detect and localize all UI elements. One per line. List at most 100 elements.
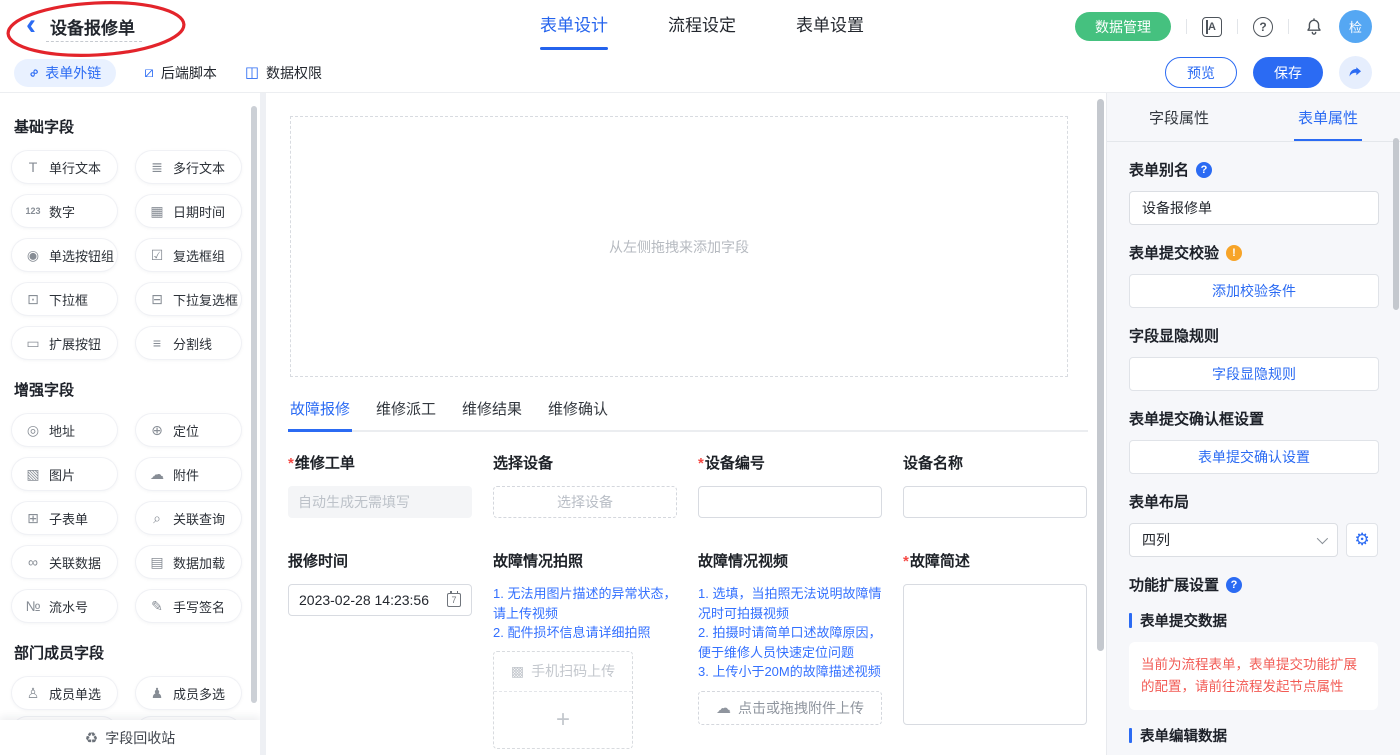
single-line-text-icon: T: [25, 160, 41, 174]
field-type-address[interactable]: ◎地址: [12, 414, 117, 446]
submit-data-warning-card: 当前为流程表单，表单提交功能扩展的配置，请前往流程发起节点属性: [1129, 642, 1378, 710]
field-type-extend-button[interactable]: ▭扩展按钮: [12, 327, 117, 359]
field-type-data-load[interactable]: ▤数据加载: [136, 546, 241, 578]
field-type-checkbox-group[interactable]: ☑复选框组: [136, 239, 241, 271]
app-window: ‹ 设备报修单 表单设计 流程设定 表单设置 数据管理 A ?: [0, 0, 1400, 755]
field-recycle-bin[interactable]: ♻ 字段回收站: [0, 720, 260, 755]
form-alias-input[interactable]: [1129, 191, 1379, 225]
field-type-member-single[interactable]: ♙成员单选: [12, 677, 117, 709]
field-type-select[interactable]: ⊡ 下拉框: [12, 283, 117, 315]
calendar-icon: ▦: [149, 204, 165, 218]
label-text: 表单提交确认框设置: [1129, 408, 1264, 429]
field-type-member-multi[interactable]: ♟成员多选: [136, 677, 241, 709]
backend-script-button[interactable]: ⧄ 后端脚本: [144, 63, 217, 83]
field-type-datetime[interactable]: ▦日期时间: [136, 195, 241, 227]
divider: [1186, 19, 1187, 34]
multi-select-icon: ⊟: [149, 292, 165, 306]
help-icon[interactable]: ?: [1253, 17, 1273, 37]
field-label: 故障情况视频: [698, 553, 788, 570]
data-manage-button[interactable]: 数据管理: [1075, 12, 1171, 41]
back-button[interactable]: ‹: [26, 12, 36, 38]
field-label: 设备编号: [705, 455, 765, 472]
field-type-radio-group[interactable]: ◉单选按钮组: [12, 239, 117, 271]
tab-form-design[interactable]: 表单设计: [540, 0, 608, 53]
field-type-subform[interactable]: ⊞子表单: [12, 502, 117, 534]
step-tab-repair-dispatch[interactable]: 维修派工: [374, 398, 438, 430]
field-type-linked-data[interactable]: ∞关联数据: [12, 546, 117, 578]
chevron-down-icon: [1317, 533, 1328, 544]
save-button[interactable]: 保存: [1253, 57, 1323, 88]
field-type-label: 成员多选: [173, 684, 225, 703]
tab-form-setting[interactable]: 表单设置: [796, 0, 864, 53]
properties-panel: 字段属性 表单属性 表单别名 ? 表单提交校验 ! 添加校验条件 字段显隐规则 …: [1106, 93, 1400, 755]
confirm-box-button[interactable]: 表单提交确认设置: [1129, 440, 1379, 474]
report-time-input[interactable]: 2023-02-28 14:23:56 7: [288, 584, 472, 616]
video-upload-button[interactable]: ☁ 点击或拖拽附件上传: [698, 691, 882, 725]
step-tab-repair-confirm[interactable]: 维修确认: [546, 398, 610, 430]
person-icon: ♙: [25, 686, 41, 700]
required-mark: *: [288, 455, 294, 472]
add-photo-button[interactable]: +: [494, 692, 632, 748]
canvas-scrollbar[interactable]: [1097, 99, 1104, 651]
recycle-label: 字段回收站: [105, 728, 175, 748]
select-icon: ⊡: [25, 292, 41, 306]
visibility-rule-button[interactable]: 字段显隐规则: [1129, 357, 1379, 391]
field-type-multi-select[interactable]: ⊟下拉复选框: [136, 283, 241, 315]
layout-settings-button[interactable]: ⚙: [1346, 523, 1378, 557]
help-circle-icon[interactable]: ?: [1226, 577, 1242, 593]
cloud-upload-icon: ☁: [149, 467, 165, 481]
share-button[interactable]: [1339, 56, 1372, 89]
fault-brief-textarea[interactable]: [903, 584, 1087, 725]
step-tab-fault-report[interactable]: 故障报修: [288, 398, 352, 430]
gear-icon: ⚙: [1354, 530, 1369, 550]
number-icon: 123: [25, 207, 41, 216]
link-icon: ∞: [26, 65, 42, 81]
form-external-link-button[interactable]: ∞ 表单外链: [14, 59, 116, 87]
qr-upload-button[interactable]: ▩ 手机扫码上传: [494, 652, 632, 692]
tab-form-properties[interactable]: 表单属性: [1298, 107, 1358, 141]
form-external-link-label: 表单外链: [45, 63, 101, 83]
field-type-divider[interactable]: ≡分割线: [136, 327, 241, 359]
sidebar-scrollbar[interactable]: [251, 106, 257, 703]
field-type-lookup-query[interactable]: ⌕关联查询: [136, 502, 241, 534]
tab-flow-setting[interactable]: 流程设定: [668, 0, 736, 53]
calendar-icon[interactable]: 7: [447, 593, 461, 607]
step-tab-repair-result[interactable]: 维修结果: [460, 398, 524, 430]
help-circle-icon[interactable]: ?: [1196, 162, 1212, 178]
field-type-location[interactable]: ⊕定位: [136, 414, 241, 446]
add-validation-button[interactable]: 添加校验条件: [1129, 274, 1379, 308]
device-no-input[interactable]: [698, 486, 882, 518]
warning-circle-icon[interactable]: !: [1226, 245, 1242, 261]
field-palette-sidebar: 基础字段 T单行文本 ≣多行文本 123数字 ▦日期时间 ◉单选按钮组 ☑复选框…: [0, 93, 260, 755]
panel-scrollbar[interactable]: [1393, 138, 1399, 310]
field-fault-brief: *故障简述: [903, 550, 1087, 730]
data-permission-button[interactable]: ◫ 数据权限: [245, 63, 322, 83]
checkbox-icon: ☑: [149, 248, 165, 262]
layout-select[interactable]: 四列: [1129, 523, 1338, 557]
extension-settings-label: 功能扩展设置 ?: [1129, 574, 1378, 595]
address-pin-icon: ◎: [25, 423, 41, 437]
field-type-signature[interactable]: ✎手写签名: [136, 590, 241, 622]
docs-icon[interactable]: A: [1202, 17, 1222, 37]
field-type-single-line-text[interactable]: T单行文本: [12, 151, 117, 183]
submit-validation-label: 表单提交校验 !: [1129, 242, 1378, 263]
device-name-input[interactable]: [903, 486, 1087, 518]
select-device-button[interactable]: 选择设备: [493, 486, 677, 518]
field-type-label: 数据加载: [173, 553, 225, 572]
field-dropzone[interactable]: 从左侧拖拽来添加字段: [290, 116, 1068, 377]
user-avatar[interactable]: 检: [1339, 10, 1372, 43]
field-type-attachment[interactable]: ☁附件: [136, 458, 241, 490]
section-title-basic-fields: 基础字段: [14, 116, 260, 137]
field-type-serial-number[interactable]: №流水号: [12, 590, 117, 622]
tab-field-properties[interactable]: 字段属性: [1149, 107, 1209, 141]
field-type-image[interactable]: ▧图片: [12, 458, 117, 490]
field-type-number[interactable]: 123数字: [12, 195, 117, 227]
qr-upload-label: 手机扫码上传: [531, 661, 615, 681]
radio-icon: ◉: [25, 248, 41, 262]
multi-line-text-icon: ≣: [149, 160, 165, 174]
field-type-multi-line-text[interactable]: ≣多行文本: [136, 151, 241, 183]
notification-bell-icon[interactable]: [1304, 17, 1324, 37]
photo-upload-box[interactable]: ▩ 手机扫码上传 +: [493, 651, 633, 749]
preview-button[interactable]: 预览: [1165, 57, 1237, 88]
field-type-label: 下拉框: [49, 290, 88, 309]
